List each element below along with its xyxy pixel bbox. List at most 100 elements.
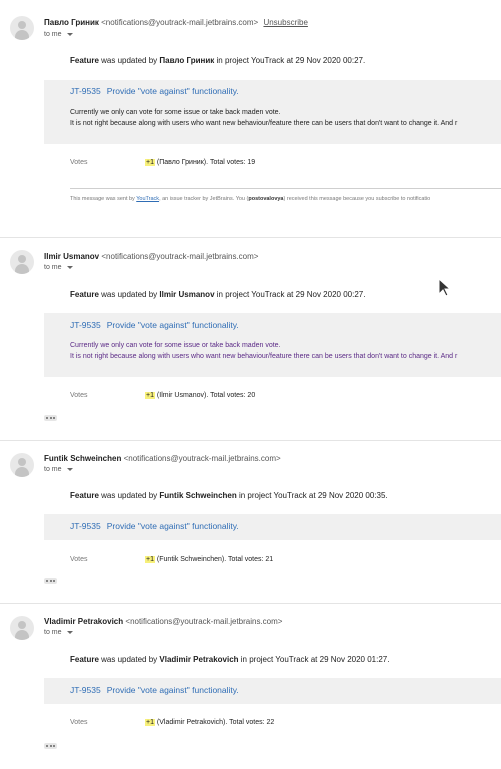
votes-label: Votes <box>70 159 88 166</box>
more-dots-icon[interactable] <box>44 415 57 421</box>
more-dots-icon[interactable] <box>44 578 57 584</box>
votes-value: +1 (Funtik Schweinchen). Total votes: 21 <box>145 556 273 563</box>
issue-link[interactable]: JT-9535 Provide "vote against" functional… <box>70 86 239 96</box>
sender-line: Павло Гриник <notifications@youtrack-mai… <box>44 18 308 27</box>
vote-increment: +1 <box>145 556 155 563</box>
email-message-1: Павло Гриник <notifications@youtrack-mai… <box>0 0 501 237</box>
sender-name[interactable]: Vladimir Petrakovich <box>44 617 123 626</box>
avatar-icon[interactable] <box>10 250 34 274</box>
update-line: Feature was updated by Ilmir Usmanov in … <box>70 290 365 299</box>
email-message-2: Ilmir Usmanov <notifications@youtrack-ma… <box>0 238 501 440</box>
issue-box: JT-9535 Provide "vote against" functional… <box>44 80 501 144</box>
avatar-icon[interactable] <box>10 16 34 40</box>
issue-box: JT-9535 Provide "vote against" functional… <box>44 678 501 704</box>
footer-prefix: This message was sent by <box>70 196 137 202</box>
issue-type: Feature <box>70 655 99 664</box>
sender-email: <notifications@youtrack-mail.jetbrains.c… <box>123 454 281 463</box>
description-line-1: Currently we only can vote for some issu… <box>70 342 281 349</box>
chevron-down-icon[interactable] <box>66 630 73 634</box>
issue-title[interactable]: Provide "vote against" functionality. <box>107 521 239 531</box>
youtrack-link[interactable]: YouTrack <box>136 196 159 202</box>
issue-type: Feature <box>70 491 99 500</box>
votes-text: (Ilmir Usmanov). Total votes: 20 <box>154 392 256 399</box>
votes-value: +1 (Павло Гриник). Total votes: 19 <box>145 159 255 166</box>
issue-type: Feature <box>70 56 99 65</box>
update-line: Feature was updated by Funtik Schweinche… <box>70 491 388 500</box>
sender-line: Vladimir Petrakovich <notifications@yout… <box>44 617 282 626</box>
issue-link[interactable]: JT-9535 Provide "vote against" functional… <box>70 685 239 695</box>
update-mid: was updated by <box>98 290 160 299</box>
sender-line: Ilmir Usmanov <notifications@youtrack-ma… <box>44 252 258 261</box>
description-line-2: It is not right because along with users… <box>70 353 458 360</box>
issue-title[interactable]: Provide "vote against" functionality. <box>107 685 239 695</box>
update-suffix: in project YouTrack at 29 Nov 2020 00:27… <box>214 56 366 65</box>
recipient-label: to me <box>44 31 62 38</box>
issue-id[interactable]: JT-9535 <box>70 685 101 695</box>
issue-title[interactable]: Provide "vote against" functionality. <box>107 320 239 330</box>
votes-label: Votes <box>70 719 88 726</box>
updated-by-user: Vladimir Petrakovich <box>159 655 239 664</box>
issue-id[interactable]: JT-9535 <box>70 320 101 330</box>
sender-line: Funtik Schweinchen <notifications@youtra… <box>44 454 281 463</box>
chevron-down-icon[interactable] <box>66 265 73 269</box>
issue-box: JT-9535 Provide "vote against" functional… <box>44 514 501 540</box>
votes-label: Votes <box>70 392 88 399</box>
footer-divider <box>70 188 501 189</box>
updated-by-user: Ilmir Usmanov <box>159 290 215 299</box>
votes-text: (Vladimir Petrakovich). Total votes: 22 <box>154 719 275 726</box>
sender-email: <notifications@youtrack-mail.jetbrains.c… <box>101 18 259 27</box>
issue-id[interactable]: JT-9535 <box>70 86 101 96</box>
issue-title[interactable]: Provide "vote against" functionality. <box>107 86 239 96</box>
chevron-down-icon[interactable] <box>66 32 73 36</box>
issue-link[interactable]: JT-9535 Provide "vote against" functional… <box>70 320 239 330</box>
email-footer: This message was sent by YouTrack, an is… <box>70 196 430 202</box>
update-line: Feature was updated by Vladimir Petrakov… <box>70 655 389 664</box>
votes-value: +1 (Vladimir Petrakovich). Total votes: … <box>145 719 274 726</box>
update-suffix: in project YouTrack at 29 Nov 2020 00:35… <box>236 491 388 500</box>
footer-suffix: ) received this message because you subs… <box>283 196 431 202</box>
issue-type: Feature <box>70 290 99 299</box>
avatar-icon[interactable] <box>10 616 34 640</box>
updated-by-user: Павло Гриник <box>159 56 215 65</box>
issue-description: Currently we only can vote for some issu… <box>70 340 457 362</box>
update-suffix: in project YouTrack at 29 Nov 2020 01:27… <box>238 655 390 664</box>
vote-increment: +1 <box>145 392 155 399</box>
votes-label: Votes <box>70 556 88 563</box>
updated-by-user: Funtik Schweinchen <box>159 491 237 500</box>
recipient-toggle[interactable]: to me <box>44 466 73 473</box>
sender-email: <notifications@youtrack-mail.jetbrains.c… <box>125 617 283 626</box>
update-suffix: in project YouTrack at 29 Nov 2020 00:27… <box>214 290 366 299</box>
votes-text: (Павло Гриник). Total votes: 19 <box>154 159 256 166</box>
more-dots-icon[interactable] <box>44 743 57 749</box>
update-mid: was updated by <box>98 56 160 65</box>
description-line-2: It is not right because along with users… <box>70 120 458 127</box>
recipient-toggle[interactable]: to me <box>44 31 73 38</box>
description-line-1: Currently we only can vote for some issu… <box>70 109 281 116</box>
avatar-icon[interactable] <box>10 453 34 477</box>
mouse-cursor-icon <box>438 278 452 297</box>
votes-text: (Funtik Schweinchen). Total votes: 21 <box>154 556 274 563</box>
recipient-toggle[interactable]: to me <box>44 629 73 636</box>
sender-name[interactable]: Ilmir Usmanov <box>44 252 99 261</box>
recipient-label: to me <box>44 466 62 473</box>
update-line: Feature was updated by Павло Гриник in p… <box>70 56 365 65</box>
update-mid: was updated by <box>98 655 160 664</box>
issue-link[interactable]: JT-9535 Provide "vote against" functional… <box>70 521 239 531</box>
update-mid: was updated by <box>98 491 160 500</box>
email-message-3: Funtik Schweinchen <notifications@youtra… <box>0 441 501 603</box>
issue-box: JT-9535 Provide "vote against" functional… <box>44 313 501 377</box>
votes-value: +1 (Ilmir Usmanov). Total votes: 20 <box>145 392 255 399</box>
recipient-label: to me <box>44 264 62 271</box>
issue-id[interactable]: JT-9535 <box>70 521 101 531</box>
vote-increment: +1 <box>145 719 155 726</box>
recipient-label: to me <box>44 629 62 636</box>
sender-name[interactable]: Павло Гриник <box>44 18 99 27</box>
chevron-down-icon[interactable] <box>66 467 73 471</box>
footer-user: postovalovya <box>248 196 284 202</box>
unsubscribe-link[interactable]: Unsubscribe <box>263 18 307 27</box>
issue-description: Currently we only can vote for some issu… <box>70 107 457 129</box>
vote-increment: +1 <box>145 159 155 166</box>
recipient-toggle[interactable]: to me <box>44 264 73 271</box>
sender-name[interactable]: Funtik Schweinchen <box>44 454 121 463</box>
footer-mid: , an issue tracker by JetBrains. You ( <box>159 196 249 202</box>
